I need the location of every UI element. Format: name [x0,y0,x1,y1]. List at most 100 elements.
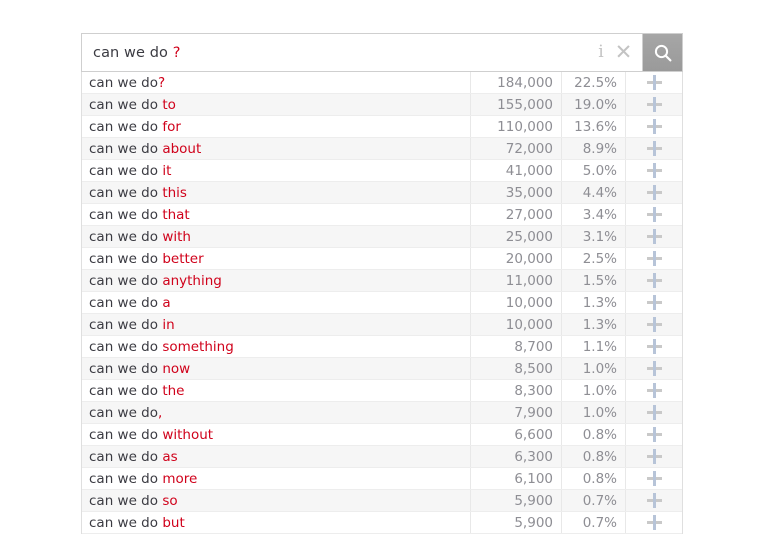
volume-cell: 155,000 [471,94,562,115]
keyword-prefix: can we do [89,250,159,267]
table-row[interactable]: can we do? 184,000 22.5% [82,72,682,94]
keyword-prefix: can we do [89,492,159,509]
keyword-prefix: can we do [89,294,159,311]
table-row[interactable]: can we do better 20,000 2.5% [82,248,682,270]
add-keyword-button[interactable] [626,94,682,115]
search-query-text: can we do ? [93,45,181,61]
add-keyword-button[interactable] [626,336,682,357]
table-row[interactable]: can we do about 72,000 8.9% [82,138,682,160]
percent-cell: 1.5% [562,270,626,291]
keyword-prefix: can we do [89,206,159,223]
add-keyword-button[interactable] [626,204,682,225]
table-row[interactable]: can we do without 6,600 0.8% [82,424,682,446]
keyword-prefix: can we do [89,184,159,201]
volume-cell: 8,700 [471,336,562,357]
add-keyword-button[interactable] [626,248,682,269]
keyword-cell: can we do more [82,468,471,489]
percent-cell: 0.8% [562,468,626,489]
plus-icon [646,207,662,222]
add-keyword-button[interactable] [626,72,682,93]
percent-cell: 1.3% [562,314,626,335]
keyword-prefix: can we do [89,426,159,443]
percent-cell: 5.0% [562,160,626,181]
add-keyword-button[interactable] [626,138,682,159]
volume-cell: 8,300 [471,380,562,401]
keyword-prefix: can we do [89,316,159,333]
keyword-prefix: can we do [89,272,159,289]
keyword-prefix: can we do [89,514,159,531]
search-query-token: ? [172,44,181,61]
keyword-suffix: more [162,470,198,487]
volume-cell: 72,000 [471,138,562,159]
table-row[interactable]: can we do but 5,900 0.7% [82,512,682,534]
table-row[interactable]: can we do that 27,000 3.4% [82,204,682,226]
plus-icon [646,141,662,156]
table-row[interactable]: can we do for 110,000 13.6% [82,116,682,138]
add-keyword-button[interactable] [626,182,682,203]
volume-cell: 110,000 [471,116,562,137]
plus-icon [646,449,662,464]
search-button[interactable] [642,34,682,71]
percent-cell: 0.8% [562,424,626,445]
search-query-prefix: can we do [93,44,173,61]
plus-icon [646,97,662,112]
table-row[interactable]: can we do a 10,000 1.3% [82,292,682,314]
keyword-cell: can we do that [82,204,471,225]
add-keyword-button[interactable] [626,160,682,181]
table-row[interactable]: can we do to 155,000 19.0% [82,94,682,116]
keyword-suffix: with [162,228,191,245]
close-icon[interactable]: ✕ [615,42,633,63]
add-keyword-button[interactable] [626,424,682,445]
keyword-suffix: ? [158,74,166,91]
keyword-cell: can we do the [82,380,471,401]
add-keyword-button[interactable] [626,512,682,533]
add-keyword-button[interactable] [626,292,682,313]
keyword-cell: can we do better [82,248,471,269]
info-icon[interactable]: i [595,43,607,63]
plus-icon [646,251,662,266]
search-input[interactable]: can we do ? [82,34,589,71]
plus-icon [646,383,662,398]
volume-cell: 5,900 [471,512,562,533]
table-row[interactable]: can we do the 8,300 1.0% [82,380,682,402]
add-keyword-button[interactable] [626,314,682,335]
percent-cell: 0.8% [562,446,626,467]
keyword-suffix: without [162,426,214,443]
table-row[interactable]: can we do so 5,900 0.7% [82,490,682,512]
volume-cell: 10,000 [471,292,562,313]
table-row[interactable]: can we do as 6,300 0.8% [82,446,682,468]
table-row[interactable]: can we do, 7,900 1.0% [82,402,682,424]
keyword-suggestion-panel: can we do ? i ✕ can we do? 184,000 22.5% ca… [81,33,683,534]
table-row[interactable]: can we do in 10,000 1.3% [82,314,682,336]
add-keyword-button[interactable] [626,358,682,379]
table-row[interactable]: can we do anything 11,000 1.5% [82,270,682,292]
volume-cell: 10,000 [471,314,562,335]
keyword-suffix: for [162,118,181,135]
keyword-prefix: can we do [89,382,159,399]
keyword-suffix: as [162,448,178,465]
table-row[interactable]: can we do it 41,000 5.0% [82,160,682,182]
table-row[interactable]: can we do more 6,100 0.8% [82,468,682,490]
percent-cell: 0.7% [562,512,626,533]
add-keyword-button[interactable] [626,270,682,291]
table-row[interactable]: can we do something 8,700 1.1% [82,336,682,358]
keyword-cell: can we do a [82,292,471,313]
keyword-suffix: in [162,316,175,333]
add-keyword-button[interactable] [626,116,682,137]
percent-cell: 1.0% [562,402,626,423]
keyword-cell: can we do for [82,116,471,137]
table-row[interactable]: can we do now 8,500 1.0% [82,358,682,380]
add-keyword-button[interactable] [626,402,682,423]
add-keyword-button[interactable] [626,446,682,467]
keyword-prefix: can we do [89,404,159,421]
keyword-prefix: can we do [89,338,159,355]
add-keyword-button[interactable] [626,490,682,511]
plus-icon [646,361,662,376]
add-keyword-button[interactable] [626,380,682,401]
keyword-cell: can we do, [82,402,471,423]
table-row[interactable]: can we do with 25,000 3.1% [82,226,682,248]
table-row[interactable]: can we do this 35,000 4.4% [82,182,682,204]
add-keyword-button[interactable] [626,226,682,247]
add-keyword-button[interactable] [626,468,682,489]
volume-cell: 8,500 [471,358,562,379]
